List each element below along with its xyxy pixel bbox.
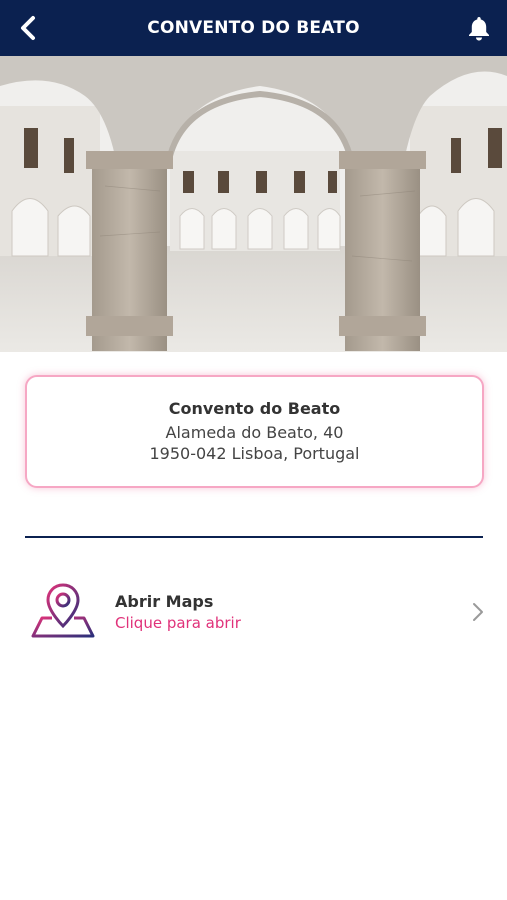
back-button[interactable] <box>12 12 44 44</box>
map-pin-icon <box>31 583 95 638</box>
maps-text: Abrir Maps Clique para abrir <box>115 592 241 632</box>
cloister-arches-photo <box>0 56 507 352</box>
address-line-1: Alameda do Beato, 40 <box>165 423 344 442</box>
notifications-button[interactable] <box>463 12 495 44</box>
maps-sublabel: Clique para abrir <box>115 614 241 632</box>
chevron-right-icon <box>473 603 483 621</box>
bell-icon <box>469 17 489 41</box>
top-bar: CONVENTO DO BEATO <box>0 0 507 56</box>
page-title: CONVENTO DO BEATO <box>147 18 360 38</box>
hero-image <box>0 56 507 352</box>
address-line-2: 1950-042 Lisboa, Portugal <box>149 444 360 463</box>
chevron-left-icon <box>21 16 35 40</box>
open-maps-row[interactable]: Abrir Maps Clique para abrir <box>0 566 507 662</box>
venue-name: Convento do Beato <box>168 399 341 418</box>
section-divider <box>25 536 483 538</box>
address-card: Convento do Beato Alameda do Beato, 40 1… <box>25 375 484 488</box>
maps-label: Abrir Maps <box>115 592 214 611</box>
